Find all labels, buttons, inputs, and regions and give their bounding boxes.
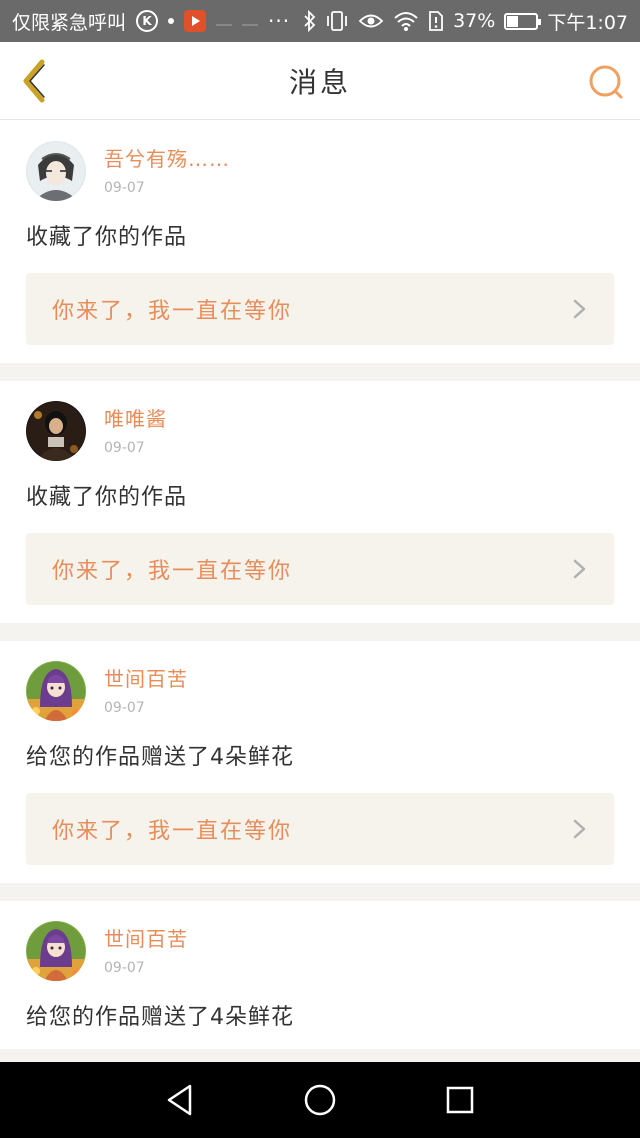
circle-home-icon (304, 1084, 336, 1116)
page-title: 消息 (288, 65, 351, 99)
clock: 下午1:07 (547, 11, 628, 34)
faint-notification-icon (216, 16, 233, 26)
message-header: 世间百苦 09-07 (26, 921, 614, 981)
username-link[interactable]: 世间百苦 (104, 923, 188, 952)
action-text: 给您的作品赠送了4朵鲜花 (26, 1005, 294, 1030)
username-link[interactable]: 唯唯酱 (104, 403, 167, 432)
k-badge-icon: K (136, 10, 159, 32)
triangle-back-icon (167, 1084, 192, 1116)
user-avatar[interactable] (26, 141, 86, 201)
nav-recents-button[interactable] (438, 1078, 482, 1122)
message-card: 吾兮有殇…… 09-07 收藏了你的作品你来了，我一直在等你 (0, 121, 640, 363)
battery-percent: 37% (453, 10, 496, 32)
username-link[interactable]: 世间百苦 (104, 663, 188, 692)
action-text: 收藏了你的作品 (26, 485, 188, 510)
status-right: 37% 下午1:07 (304, 8, 628, 35)
back-arrow-icon (23, 59, 45, 103)
chevron-right-icon (573, 819, 586, 839)
user-avatar[interactable] (26, 401, 86, 461)
notification-dot-icon (168, 18, 175, 24)
action-text: 给您的作品赠送了4朵鲜花 (26, 745, 294, 770)
status-left: 仅限紧急呼叫 K ··· (12, 8, 304, 35)
work-link-button[interactable]: 你来了，我一直在等你 (26, 273, 614, 345)
eye-comfort-icon (358, 14, 384, 28)
message-meta: 吾兮有殇…… 09-07 (104, 141, 230, 196)
message-meta: 世间百苦 09-07 (104, 921, 188, 976)
nav-back-button[interactable] (158, 1078, 202, 1122)
battery-icon (504, 12, 542, 30)
vibrate-icon (327, 11, 347, 31)
username-link[interactable]: 吾兮有殇…… (104, 143, 230, 172)
wifi-icon (394, 12, 418, 31)
message-card: 世间百苦 09-07 给您的作品赠送了4朵鲜花你来了，我一直在等你 (0, 641, 640, 883)
message-date: 09-07 (104, 440, 145, 456)
action-text: 收藏了你的作品 (26, 225, 188, 250)
sim-alert-icon (429, 11, 443, 31)
back-button[interactable] (14, 56, 54, 106)
user-avatar[interactable] (26, 921, 86, 981)
video-app-icon (184, 10, 207, 32)
message-card: 世间百苦 09-07 给您的作品赠送了4朵鲜花 (0, 901, 640, 1049)
message-meta: 世间百苦 09-07 (104, 661, 188, 716)
user-avatar[interactable] (26, 661, 86, 721)
search-button[interactable] (586, 62, 626, 102)
work-title: 你来了，我一直在等你 (52, 559, 293, 584)
nav-home-button[interactable] (298, 1078, 342, 1122)
battery-fill (507, 15, 519, 27)
message-list[interactable]: 吾兮有殇…… 09-07 收藏了你的作品 你来了，我一直在等你 唯唯酱 09-07 收藏了你… (0, 121, 640, 1062)
work-link-button[interactable]: 你来了，我一直在等你 (26, 533, 614, 605)
message-date: 09-07 (104, 700, 145, 716)
square-recents-icon (446, 1086, 474, 1114)
message-header: 世间百苦 09-07 (26, 661, 614, 721)
message-date: 09-07 (104, 960, 145, 976)
work-title: 你来了，我一直在等你 (52, 819, 293, 844)
system-nav-bar (0, 1062, 640, 1138)
message-header: 吾兮有殇…… 09-07 (26, 141, 614, 201)
work-title: 你来了，我一直在等你 (52, 299, 293, 324)
message-date: 09-07 (104, 180, 145, 196)
app-header: 消息 (0, 42, 640, 120)
chevron-right-icon (573, 559, 586, 579)
message-card: 唯唯酱 09-07 收藏了你的作品你来了，我一直在等你 (0, 381, 640, 623)
chevron-right-icon (573, 299, 586, 319)
bluetooth-icon (304, 10, 316, 32)
status-bar: 仅限紧急呼叫 K ··· 37% 下午1:07 (0, 0, 640, 42)
carrier-text: 仅限紧急呼叫 (12, 11, 127, 34)
faint-notification-icon-2 (242, 16, 259, 26)
message-header: 唯唯酱 09-07 (26, 401, 614, 461)
work-link-button[interactable]: 你来了，我一直在等你 (26, 793, 614, 865)
more-notifications-icon: ··· (268, 9, 291, 33)
message-meta: 唯唯酱 09-07 (104, 401, 167, 456)
